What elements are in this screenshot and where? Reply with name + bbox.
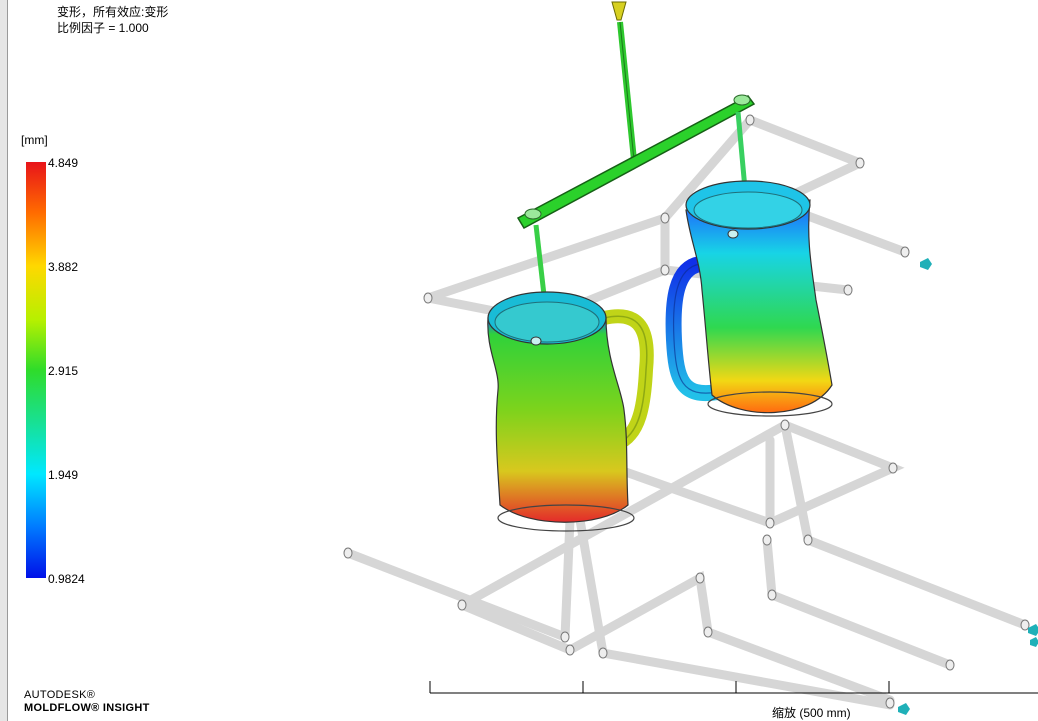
scale-label: 缩放 (500 mm): [772, 706, 851, 720]
part-mug-left[interactable]: [487, 291, 654, 532]
scale-bar: [429, 681, 1038, 694]
model-viewport[interactable]: [0, 0, 1038, 721]
coolant-connectors: [898, 258, 1038, 715]
moldflow-insight-logo: MOLDFLOW® INSIGHT: [24, 702, 150, 714]
autodesk-logo: AUTODESK®: [24, 689, 96, 701]
part-mug-right[interactable]: [665, 180, 833, 417]
